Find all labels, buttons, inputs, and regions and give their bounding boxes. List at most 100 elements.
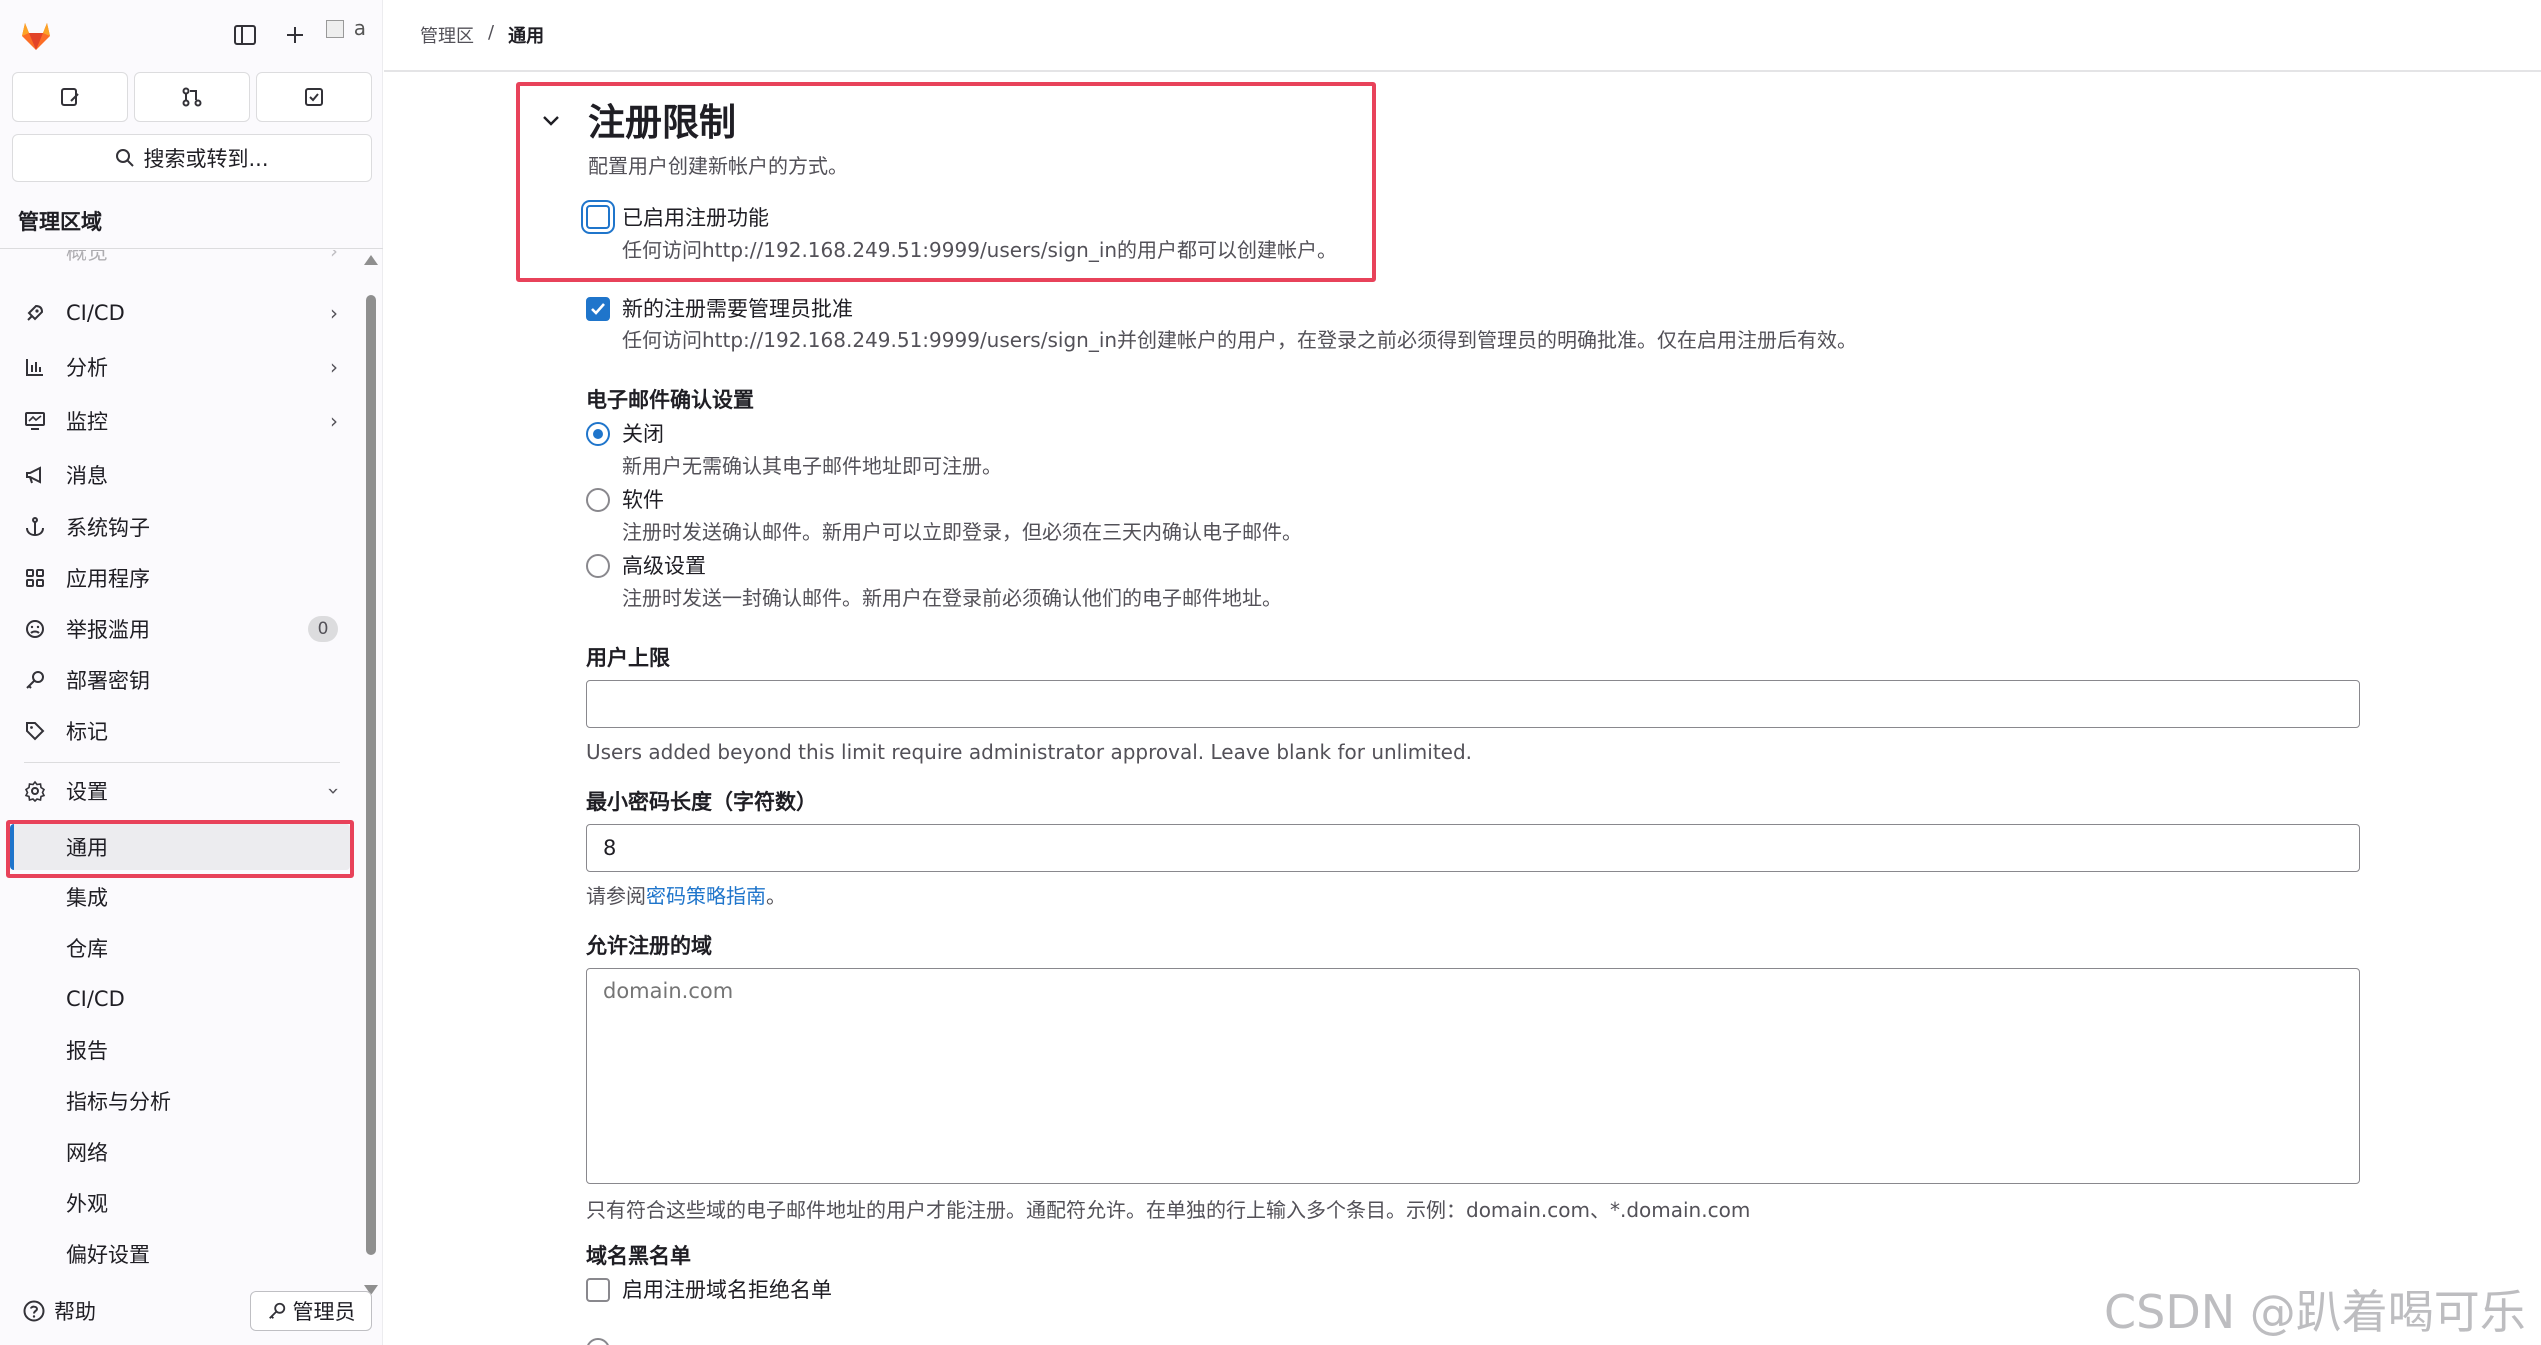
sidebar-footer: 帮助 管理员 <box>0 1290 383 1345</box>
avatar[interactable]: a <box>326 16 366 52</box>
scroll-thumb[interactable] <box>366 295 376 1255</box>
sidebar-item-label: 应用程序 <box>66 567 150 591</box>
sidebar-item-system-hooks[interactable]: 系统钩子 <box>10 504 350 550</box>
sidebar-item-label: 消息 <box>66 464 108 488</box>
sidebar-subitem-repository[interactable]: 仓库 <box>10 925 350 971</box>
email-confirm-off-label: 关闭 <box>622 422 664 446</box>
anchor-icon <box>10 516 66 538</box>
sidebar-item-labels[interactable]: 标记 <box>10 708 350 754</box>
rocket-icon <box>10 302 66 324</box>
sidebar-item-overview[interactable]: 概览 › <box>10 250 350 274</box>
divider <box>0 248 383 249</box>
sidebar-subitem-reporting[interactable]: 报告 <box>10 1027 350 1073</box>
allowed-domains-textarea[interactable] <box>586 968 2360 1184</box>
chevron-down-icon <box>543 116 559 126</box>
search-label: 搜索或转到... <box>143 147 269 171</box>
breadcrumb-separator: / <box>488 22 495 43</box>
breadcrumb-parent[interactable]: 管理区 <box>420 22 474 48</box>
collapse-toggle[interactable] <box>540 110 562 132</box>
sidebar-item-deploy-keys[interactable]: 部署密钥 <box>10 657 350 703</box>
search-button[interactable]: 搜索或转到... <box>12 134 372 182</box>
sidebar-nav: 概览 › CI/CD › 分析 › 监控 › 消息 系统钩子 应用程序 举报滥用… <box>0 250 360 1280</box>
help-label: 帮助 <box>54 1300 96 1324</box>
chevron-right-icon: › <box>330 301 338 325</box>
signup-enabled-checkbox[interactable] <box>586 205 610 229</box>
signup-enabled-help: 任何访问http://192.168.249.51:9999/users/sig… <box>622 238 1338 262</box>
domain-denylist-checkbox[interactable] <box>586 1278 610 1302</box>
sidebar-item-analytics[interactable]: 分析 › <box>10 344 350 390</box>
min-password-length-help: 请参阅密码策略指南。 <box>586 880 786 909</box>
user-cap-input[interactable] <box>586 680 2360 728</box>
todo-button[interactable] <box>256 72 372 122</box>
section-title: 注册限制 <box>588 101 736 144</box>
email-confirm-hard-label: 高级设置 <box>622 554 706 578</box>
require-admin-approval-help: 任何访问http://192.168.249.51:9999/users/sig… <box>622 328 1858 352</box>
sidebar-item-label: 举报滥用 <box>66 618 150 642</box>
sidebar-subitem-integrations[interactable]: 集成 <box>10 874 350 920</box>
sidebar-item-label: 标记 <box>66 720 108 744</box>
email-confirm-soft-label: 软件 <box>622 488 664 512</box>
signup-enabled-label: 已启用注册功能 <box>622 206 769 230</box>
sidebar-item-applications[interactable]: 应用程序 <box>10 555 350 601</box>
sidebar-item-label: CI/CD <box>66 301 125 325</box>
chevron-right-icon: › <box>330 250 338 263</box>
domain-denylist-checkbox-label: 启用注册域名拒绝名单 <box>622 1278 832 1302</box>
sidebar-item-abuse-reports[interactable]: 举报滥用 0 <box>10 606 350 652</box>
plus-icon[interactable] <box>280 20 310 50</box>
user-cap-help: Users added beyond this limit require ad… <box>586 740 1473 764</box>
monitor-icon <box>10 410 66 432</box>
email-confirm-soft-radio[interactable] <box>586 488 610 512</box>
denylist-option-radio[interactable] <box>586 1338 610 1345</box>
megaphone-icon <box>10 464 66 486</box>
merge-requests-icon <box>182 87 202 107</box>
breadcrumb-current: 通用 <box>508 26 545 47</box>
sidebar-subitem-preferences[interactable]: 偏好设置 <box>10 1231 350 1277</box>
sidebar-item-cicd[interactable]: CI/CD › <box>10 290 350 336</box>
help-button[interactable]: 帮助 <box>22 1296 96 1326</box>
issues-icon <box>61 88 79 106</box>
todo-icon <box>305 88 323 106</box>
admin-area-title: 管理区域 <box>18 210 102 234</box>
sidebar-scrollbar[interactable] <box>364 255 378 1295</box>
issues-button[interactable] <box>12 72 128 122</box>
help-prefix: 请参阅 <box>586 884 646 908</box>
help-icon <box>23 1300 45 1322</box>
sidebar: a 搜索或转到... 管理区域 概览 › CI/CD › 分析 › 监控 › 消… <box>0 0 383 1345</box>
email-confirm-off-radio[interactable] <box>586 422 610 446</box>
sidebar-item-settings[interactable]: 设置 › <box>10 768 350 814</box>
section-description: 配置用户创建新帐户的方式。 <box>588 154 848 178</box>
email-confirmation-label: 电子邮件确认设置 <box>586 388 754 412</box>
sidebar-toggle-icon[interactable] <box>230 20 260 50</box>
sidebar-item-label: 监控 <box>66 410 108 434</box>
breadcrumb: 管理区 / 通用 <box>420 22 544 48</box>
email-confirm-off-help: 新用户无需确认其电子邮件地址即可注册。 <box>622 454 1002 478</box>
min-password-length-input[interactable] <box>586 824 2360 872</box>
admin-button[interactable]: 管理员 <box>250 1291 372 1331</box>
sidebar-subitem-general[interactable]: 通用 <box>10 824 350 870</box>
gitlab-logo-icon[interactable] <box>16 14 56 54</box>
sidebar-item-label: 概览 <box>66 250 108 264</box>
merge-requests-button[interactable] <box>134 72 250 122</box>
min-password-length-label: 最小密码长度（字符数） <box>586 790 817 814</box>
chevron-right-icon: › <box>330 409 338 433</box>
chevron-right-icon: › <box>330 355 338 379</box>
sidebar-item-monitoring[interactable]: 监控 › <box>10 398 350 444</box>
sidebar-item-messages[interactable]: 消息 <box>10 452 350 498</box>
divider <box>384 70 2541 72</box>
domain-denylist-label: 域名黑名单 <box>586 1244 691 1268</box>
apps-icon <box>10 567 66 589</box>
gear-icon <box>10 780 66 802</box>
quick-actions <box>12 72 372 122</box>
check-icon <box>591 303 605 315</box>
key-icon <box>268 1302 285 1319</box>
search-icon <box>116 149 135 167</box>
scroll-up-icon[interactable] <box>364 255 378 265</box>
email-confirm-hard-radio[interactable] <box>586 554 610 578</box>
sidebar-subitem-cicd[interactable]: CI/CD <box>10 976 350 1022</box>
password-policy-link[interactable]: 密码策略指南 <box>646 884 766 908</box>
sidebar-subitem-appearance[interactable]: 外观 <box>10 1180 350 1226</box>
sidebar-subitem-metrics[interactable]: 指标与分析 <box>10 1078 350 1124</box>
sidebar-subitem-network[interactable]: 网络 <box>10 1129 350 1175</box>
require-admin-approval-checkbox[interactable] <box>586 297 610 321</box>
email-confirm-hard-help: 注册时发送一封确认邮件。新用户在登录前必须确认他们的电子邮件地址。 <box>622 586 1282 610</box>
